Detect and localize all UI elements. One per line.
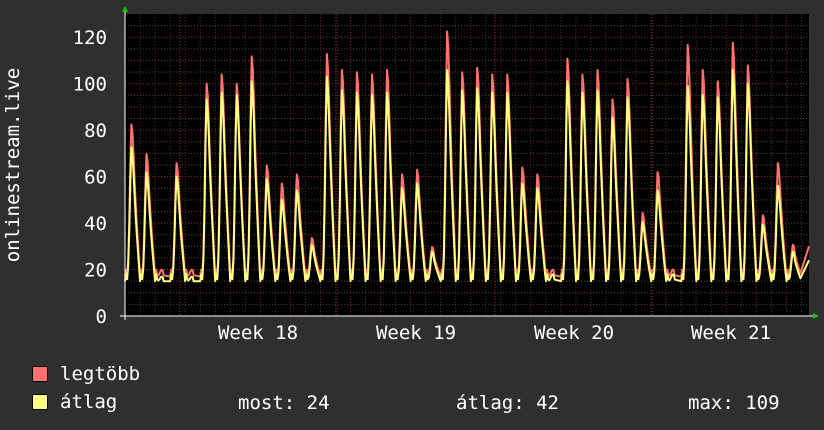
stat-maximum: max: 109 [688, 392, 780, 414]
x-tick-labels: Week 18 Week 19 Week 20 Week 21 [218, 322, 771, 344]
x-tick-label: Week 21 [691, 322, 771, 344]
x-axis-arrow [813, 313, 819, 319]
legend-item-max: legtöbb [32, 363, 141, 385]
legend-label-avg: átlag [60, 391, 118, 413]
legend-label-max: legtöbb [60, 363, 141, 385]
y-axis-label: onlinestream.live [2, 68, 24, 262]
y-tick-label: 120 [73, 27, 107, 49]
stat-current: most: 24 [238, 392, 330, 414]
x-tick-label: Week 19 [376, 322, 456, 344]
x-tick-label: Week 18 [218, 322, 298, 344]
stat-average: átlag: 42 [456, 392, 559, 414]
legend-item-avg: átlag [32, 391, 118, 413]
y-axis-arrow [122, 6, 128, 12]
legend-swatch-avg [32, 394, 48, 410]
y-tick-labels: 0 20 40 60 80 100 120 [73, 27, 107, 328]
y-tick-label: 60 [84, 167, 107, 189]
y-tick-label: 20 [84, 260, 107, 282]
y-tick-label: 80 [84, 120, 107, 142]
x-tick-label: Week 20 [534, 322, 614, 344]
y-tick-label: 0 [96, 306, 107, 328]
line-chart: 020406080100120 Week 18 Week 19 Week 20 Wee… [2, 6, 819, 344]
y-tick-label: 100 [73, 74, 107, 96]
legend-swatch-max [32, 366, 48, 382]
y-tick-label: 40 [84, 213, 107, 235]
